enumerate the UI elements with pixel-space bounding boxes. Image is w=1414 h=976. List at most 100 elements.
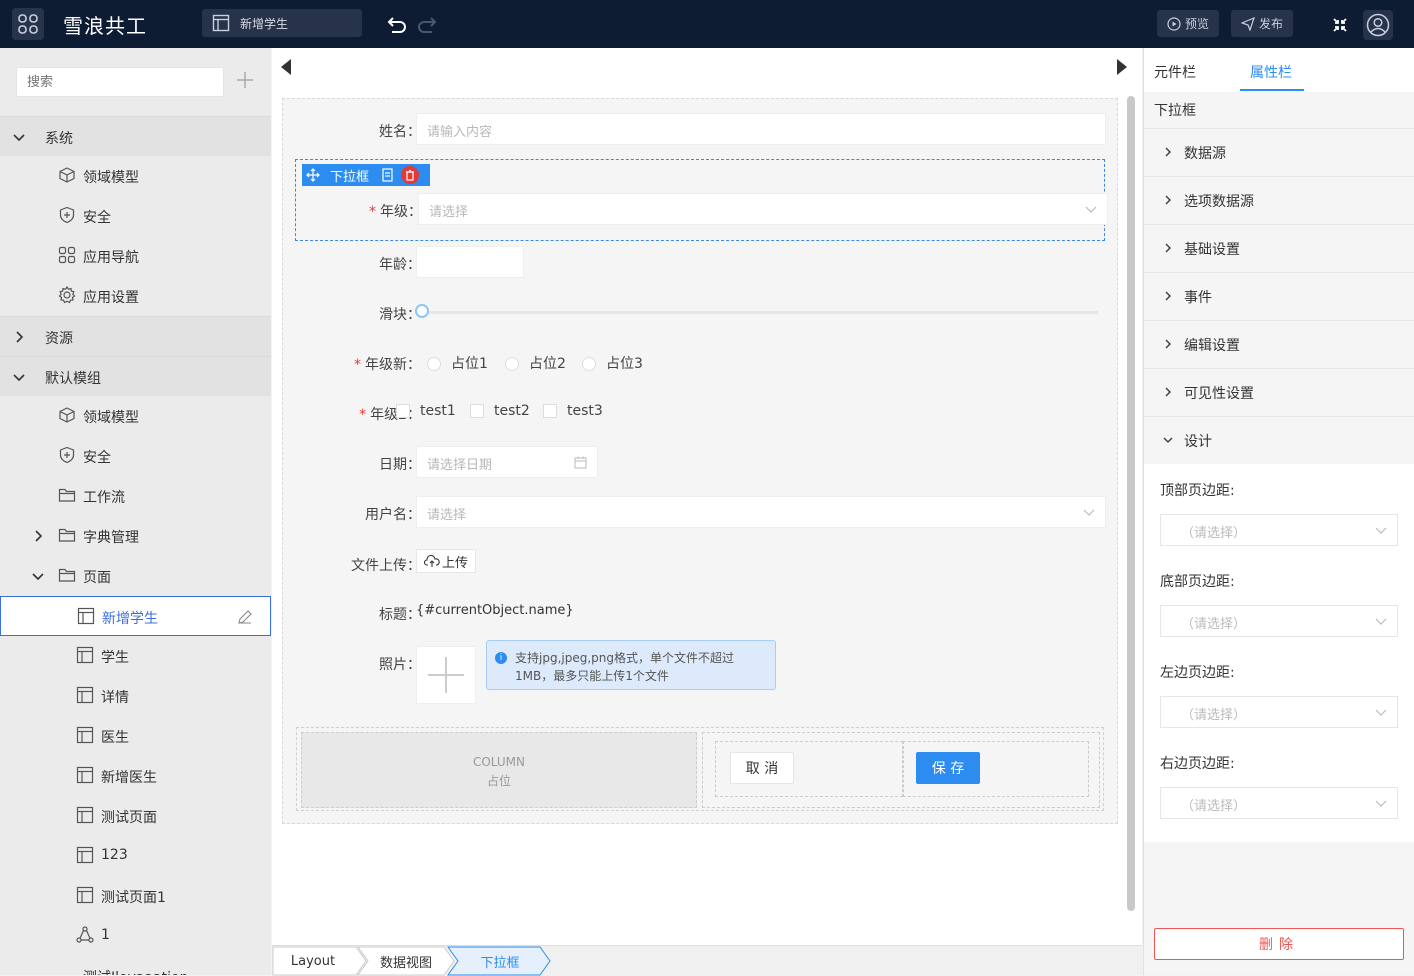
tree-item[interactable]: 页面 [0, 556, 271, 596]
cancel-button[interactable]: 取 消 [730, 752, 794, 784]
preview-button[interactable]: 预览 [1157, 10, 1220, 37]
tree-item[interactable]: 领域模型 [0, 396, 271, 436]
caret-right-icon[interactable] [1116, 58, 1128, 76]
undo-icon[interactable] [386, 13, 408, 35]
edit-icon[interactable] [237, 609, 253, 625]
accordion-section[interactable]: 事件 [1144, 272, 1414, 319]
upload-button[interactable]: 上传 [416, 549, 476, 573]
row-container[interactable]: COLUMN 占位 取 消 保 存 [296, 727, 1104, 811]
tree-item[interactable]: 详情 [0, 676, 271, 716]
app-menu-icon[interactable] [12, 8, 44, 40]
radio-option[interactable]: 占位1 [427, 353, 488, 373]
delete-component-button[interactable]: 删除 [1154, 928, 1404, 960]
checkbox-option[interactable]: test3 [543, 403, 603, 419]
chevron-right-icon[interactable] [31, 529, 45, 543]
slider-handle[interactable] [415, 304, 429, 318]
save-button[interactable]: 保 存 [916, 752, 980, 784]
chevron-down-icon[interactable] [31, 569, 45, 583]
chevron-right-icon[interactable] [12, 330, 26, 344]
accordion-section[interactable]: 基础设置 [1144, 224, 1414, 271]
delete-icon[interactable] [401, 166, 420, 184]
tree-item-label: 测试页面 [101, 810, 157, 826]
tree-item[interactable]: 应用设置 [0, 276, 271, 316]
tree-item[interactable]: 测试页面 [0, 796, 271, 836]
tree-item[interactable]: 测试Ilovaaation [0, 956, 271, 975]
info-icon: i [495, 652, 507, 664]
add-icon[interactable] [236, 71, 254, 89]
radio-option[interactable]: 占位2 [505, 353, 566, 373]
photo-label: 照片： [379, 657, 421, 673]
breadcrumb-item[interactable]: 数据视图 [368, 947, 444, 975]
column-buttons[interactable]: 取 消 保 存 [702, 732, 1100, 808]
design-field-select[interactable]: （请选择） [1160, 787, 1398, 819]
tree-item[interactable]: 领域模型 [0, 156, 271, 196]
accordion-section[interactable]: 选项数据源 [1144, 176, 1414, 223]
selected-dropdown-component[interactable]: 下拉框 * 年级： 请选择 [295, 159, 1108, 241]
tree-group[interactable]: 默认模组 [0, 356, 271, 396]
accordion-section[interactable]: 可见性设置 [1144, 368, 1414, 415]
cancel-cell: 取 消 [715, 741, 903, 797]
username-select[interactable]: 请选择 [416, 496, 1106, 528]
design-field-select[interactable]: （请选择） [1160, 514, 1398, 546]
current-page-tab[interactable]: 新增学生 [202, 9, 362, 37]
tree-item[interactable]: 新增学生 [0, 596, 271, 636]
design-field-select[interactable]: （请选择） [1160, 605, 1398, 637]
date-picker[interactable]: 请选择日期 [416, 446, 598, 478]
canvas-scrollbar[interactable] [1127, 96, 1135, 911]
tree-item[interactable]: 新增医生 [0, 756, 271, 796]
page-icon [76, 686, 94, 704]
tree-group[interactable]: 系统 [0, 116, 271, 156]
accordion-design[interactable]: 设计 [1144, 416, 1414, 463]
grade-select[interactable]: 请选择 [418, 193, 1108, 225]
tab-properties[interactable]: 属性栏 [1250, 62, 1292, 82]
tree-group[interactable]: 资源 [0, 316, 271, 356]
tree-item[interactable]: 安全 [0, 436, 271, 476]
tree-item[interactable]: 1 [0, 916, 271, 956]
grade-label: * 年级： [369, 204, 422, 220]
design-field-select[interactable]: （请选择） [1160, 696, 1398, 728]
tree-item-label: 应用设置 [83, 290, 139, 306]
save-cell: 保 存 [903, 741, 1089, 797]
tree-item[interactable]: 学生 [0, 636, 271, 676]
search-input[interactable] [16, 67, 224, 97]
copy-icon[interactable] [381, 168, 395, 182]
chevron-down-icon [1083, 509, 1095, 516]
accordion-section[interactable]: 编辑设置 [1144, 320, 1414, 367]
tab-components[interactable]: 元件栏 [1154, 62, 1196, 82]
checkbox-option[interactable]: test1 [396, 403, 456, 419]
publish-label: 发布 [1259, 17, 1284, 31]
tree-item[interactable]: 测试页面1 [0, 876, 271, 916]
redo-icon[interactable] [416, 13, 438, 35]
chevron-down-icon [1375, 527, 1387, 534]
chevron-right-icon [1165, 147, 1171, 157]
slider-track[interactable] [428, 311, 1098, 314]
chevron-down-icon[interactable] [12, 130, 26, 144]
tree-item[interactable]: 123 [0, 836, 271, 876]
name-input[interactable]: 请输入内容 [416, 113, 1106, 145]
age-input[interactable] [416, 246, 524, 278]
user-avatar[interactable] [1363, 10, 1393, 40]
collapse-icon[interactable] [1332, 17, 1348, 33]
tree-item-label: 详情 [101, 690, 129, 706]
publish-button[interactable]: 发布 [1231, 10, 1294, 37]
tree-item[interactable]: 医生 [0, 716, 271, 756]
move-icon[interactable] [306, 168, 320, 182]
tree-item[interactable]: 字典管理 [0, 516, 271, 556]
breadcrumb-item-current[interactable]: 下拉框 [458, 947, 542, 975]
tree-item-label: 1 [101, 927, 110, 943]
caret-left-icon[interactable] [280, 58, 292, 76]
chevron-down-icon[interactable] [12, 370, 26, 384]
checkbox-option[interactable]: test2 [470, 403, 530, 419]
design-canvas: 姓名： 请输入内容 下拉框 * 年级： 请选择 年龄： 滑块： * 年级新： 占… [272, 48, 1142, 945]
tree-item-label: 应用导航 [83, 250, 139, 266]
image-upload-box[interactable] [416, 646, 476, 704]
app-title: 雪浪共工 [63, 14, 147, 38]
tree-item[interactable]: 应用导航 [0, 236, 271, 276]
accordion-section[interactable]: 数据源 [1144, 128, 1414, 175]
breadcrumb-item[interactable]: Layout [272, 947, 354, 975]
radio-option[interactable]: 占位3 [582, 353, 643, 373]
column-placeholder[interactable]: COLUMN 占位 [301, 732, 697, 808]
properties-panel: 元件栏 属性栏 下拉框 数据源 选项数据源 基础设置 事件 编辑设置 可见性设置 设计 顶… [1143, 48, 1414, 975]
tree-item[interactable]: 工作流 [0, 476, 271, 516]
tree-item[interactable]: 安全 [0, 196, 271, 236]
